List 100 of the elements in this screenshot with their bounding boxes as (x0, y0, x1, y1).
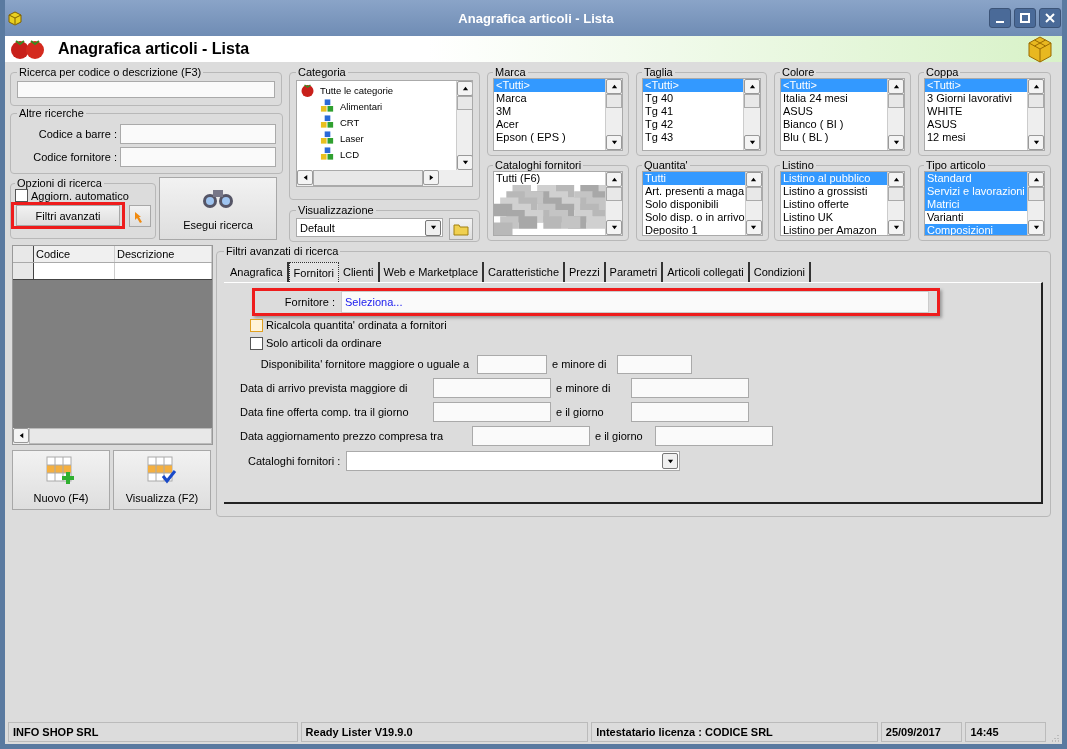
supplier-field[interactable]: Seleziona... (341, 291, 929, 313)
scroll-button[interactable] (606, 79, 622, 94)
input-field[interactable] (472, 426, 590, 446)
scroll-button[interactable] (888, 172, 904, 187)
list-item[interactable]: Listino a grossisti (781, 185, 887, 198)
scrollbar[interactable] (744, 172, 762, 235)
list-item[interactable]: Epson ( EPS ) (494, 131, 605, 144)
search-button[interactable]: Esegui ricerca (159, 177, 277, 240)
list-item[interactable]: Solo disp. o in arrivo (643, 211, 745, 224)
view-dropdown[interactable]: Default (296, 218, 443, 237)
scrollbar[interactable] (743, 79, 760, 150)
scrollbar[interactable] (605, 79, 622, 150)
scroll-button[interactable] (457, 81, 472, 96)
scroll-thumb[interactable] (888, 94, 904, 108)
checkbox[interactable] (15, 189, 28, 202)
scroll-thumb[interactable] (888, 187, 904, 201)
list-item[interactable]: Tg 42 (643, 118, 743, 131)
list-item[interactable]: 3M (494, 105, 605, 118)
scroll-button[interactable] (1028, 220, 1044, 235)
input-field[interactable] (120, 147, 276, 167)
close-button[interactable] (1039, 8, 1061, 28)
tab[interactable]: Fornitori (288, 262, 339, 282)
input-field[interactable] (433, 402, 551, 422)
view-button[interactable]: Visualizza (F2) (113, 450, 211, 510)
input-field[interactable] (120, 124, 276, 144)
list-item[interactable]: Marca (494, 92, 605, 105)
search-field[interactable] (17, 81, 275, 98)
list-item[interactable]: Bianco ( BI ) (781, 118, 887, 131)
input-field[interactable] (655, 426, 773, 446)
scroll-button[interactable] (606, 135, 622, 150)
tab[interactable]: Prezzi (565, 262, 606, 282)
scroll-button[interactable] (744, 135, 760, 150)
maximize-button[interactable] (1014, 8, 1036, 28)
scroll-thumb[interactable] (1028, 94, 1044, 108)
list-item[interactable]: Solo disponibili (643, 198, 745, 211)
scroll-thumb[interactable] (457, 96, 472, 110)
scrollbar[interactable] (887, 172, 904, 235)
list-item[interactable]: Tg 40 (643, 92, 743, 105)
list-item[interactable]: Blu ( BL ) (781, 131, 887, 144)
scrollbar[interactable] (1027, 172, 1044, 235)
scroll-button[interactable] (13, 428, 29, 443)
list-item[interactable]: ASUS (781, 105, 887, 118)
input-field[interactable] (477, 354, 547, 374)
scroll-button[interactable] (606, 172, 622, 187)
list-item[interactable]: Art. presenti a maga (643, 185, 745, 198)
input-field[interactable] (617, 354, 692, 374)
column-header[interactable]: Codice (34, 246, 115, 262)
tree-item[interactable]: Alimentari (300, 98, 453, 114)
list-item[interactable]: Tutti (F6) (494, 172, 605, 185)
checkbox[interactable] (250, 318, 263, 332)
scroll-button[interactable] (745, 220, 762, 235)
scroll-thumb[interactable] (313, 170, 423, 186)
tab[interactable]: Parametri (605, 262, 664, 282)
input-field[interactable] (631, 402, 749, 422)
list-item[interactable]: Italia 24 mesi (781, 92, 887, 105)
scrollbar[interactable] (456, 81, 472, 170)
list-item[interactable]: Listino UK (781, 211, 887, 224)
scroll-thumb[interactable] (606, 94, 622, 108)
list-item[interactable]: Listino offerte (781, 198, 887, 211)
new-button[interactable]: Nuovo (F4) (12, 450, 110, 510)
tab[interactable]: Caratteristiche (484, 262, 565, 282)
scrollbar[interactable] (605, 172, 622, 235)
input-field[interactable] (631, 378, 749, 398)
scroll-thumb[interactable] (745, 187, 762, 201)
checkbox[interactable] (250, 336, 263, 350)
scroll-thumb[interactable] (744, 94, 760, 108)
tab[interactable]: Web e Marketplace (379, 262, 485, 282)
scroll-button[interactable] (1028, 135, 1044, 150)
scrollbar[interactable] (887, 79, 904, 150)
scroll-button[interactable] (1028, 79, 1044, 94)
scroll-button[interactable] (297, 170, 313, 185)
scroll-button[interactable] (888, 220, 904, 235)
scrollbar[interactable] (13, 428, 212, 444)
list-item[interactable]: Tg 41 (643, 105, 743, 118)
minimize-button[interactable] (989, 8, 1011, 28)
scroll-thumb[interactable] (606, 187, 622, 201)
scroll-button[interactable] (1028, 172, 1044, 187)
tree-item[interactable]: CRT (300, 114, 453, 130)
tab[interactable]: Clienti (338, 262, 380, 282)
catalog-dropdown[interactable] (346, 451, 681, 471)
list-item[interactable]: Acer (494, 118, 605, 131)
advanced-filters-button[interactable]: Filtri avanzati (16, 205, 120, 226)
input-field[interactable] (433, 378, 551, 398)
list-item[interactable]: WHITE (925, 105, 1027, 118)
resize-grip-icon[interactable] (1049, 732, 1059, 742)
scroll-button[interactable] (745, 172, 762, 187)
scroll-button[interactable] (888, 135, 904, 150)
list-item[interactable]: Varianti (925, 211, 1027, 224)
tree-item[interactable]: Laser (300, 130, 453, 146)
list-item[interactable]: Tg 43 (643, 131, 743, 144)
column-header[interactable]: Descrizione (115, 246, 212, 262)
tree-item[interactable]: Tutte le categorie (300, 82, 453, 98)
scroll-button[interactable] (457, 155, 472, 170)
scroll-button[interactable] (744, 79, 760, 94)
scroll-button[interactable] (606, 220, 622, 235)
list-item[interactable]: ASUS (925, 118, 1027, 131)
list-item[interactable]: 12 mesi (925, 131, 1027, 144)
scrollbar[interactable] (1027, 79, 1044, 150)
scroll-thumb[interactable] (1028, 187, 1044, 201)
folder-button[interactable] (449, 218, 473, 240)
